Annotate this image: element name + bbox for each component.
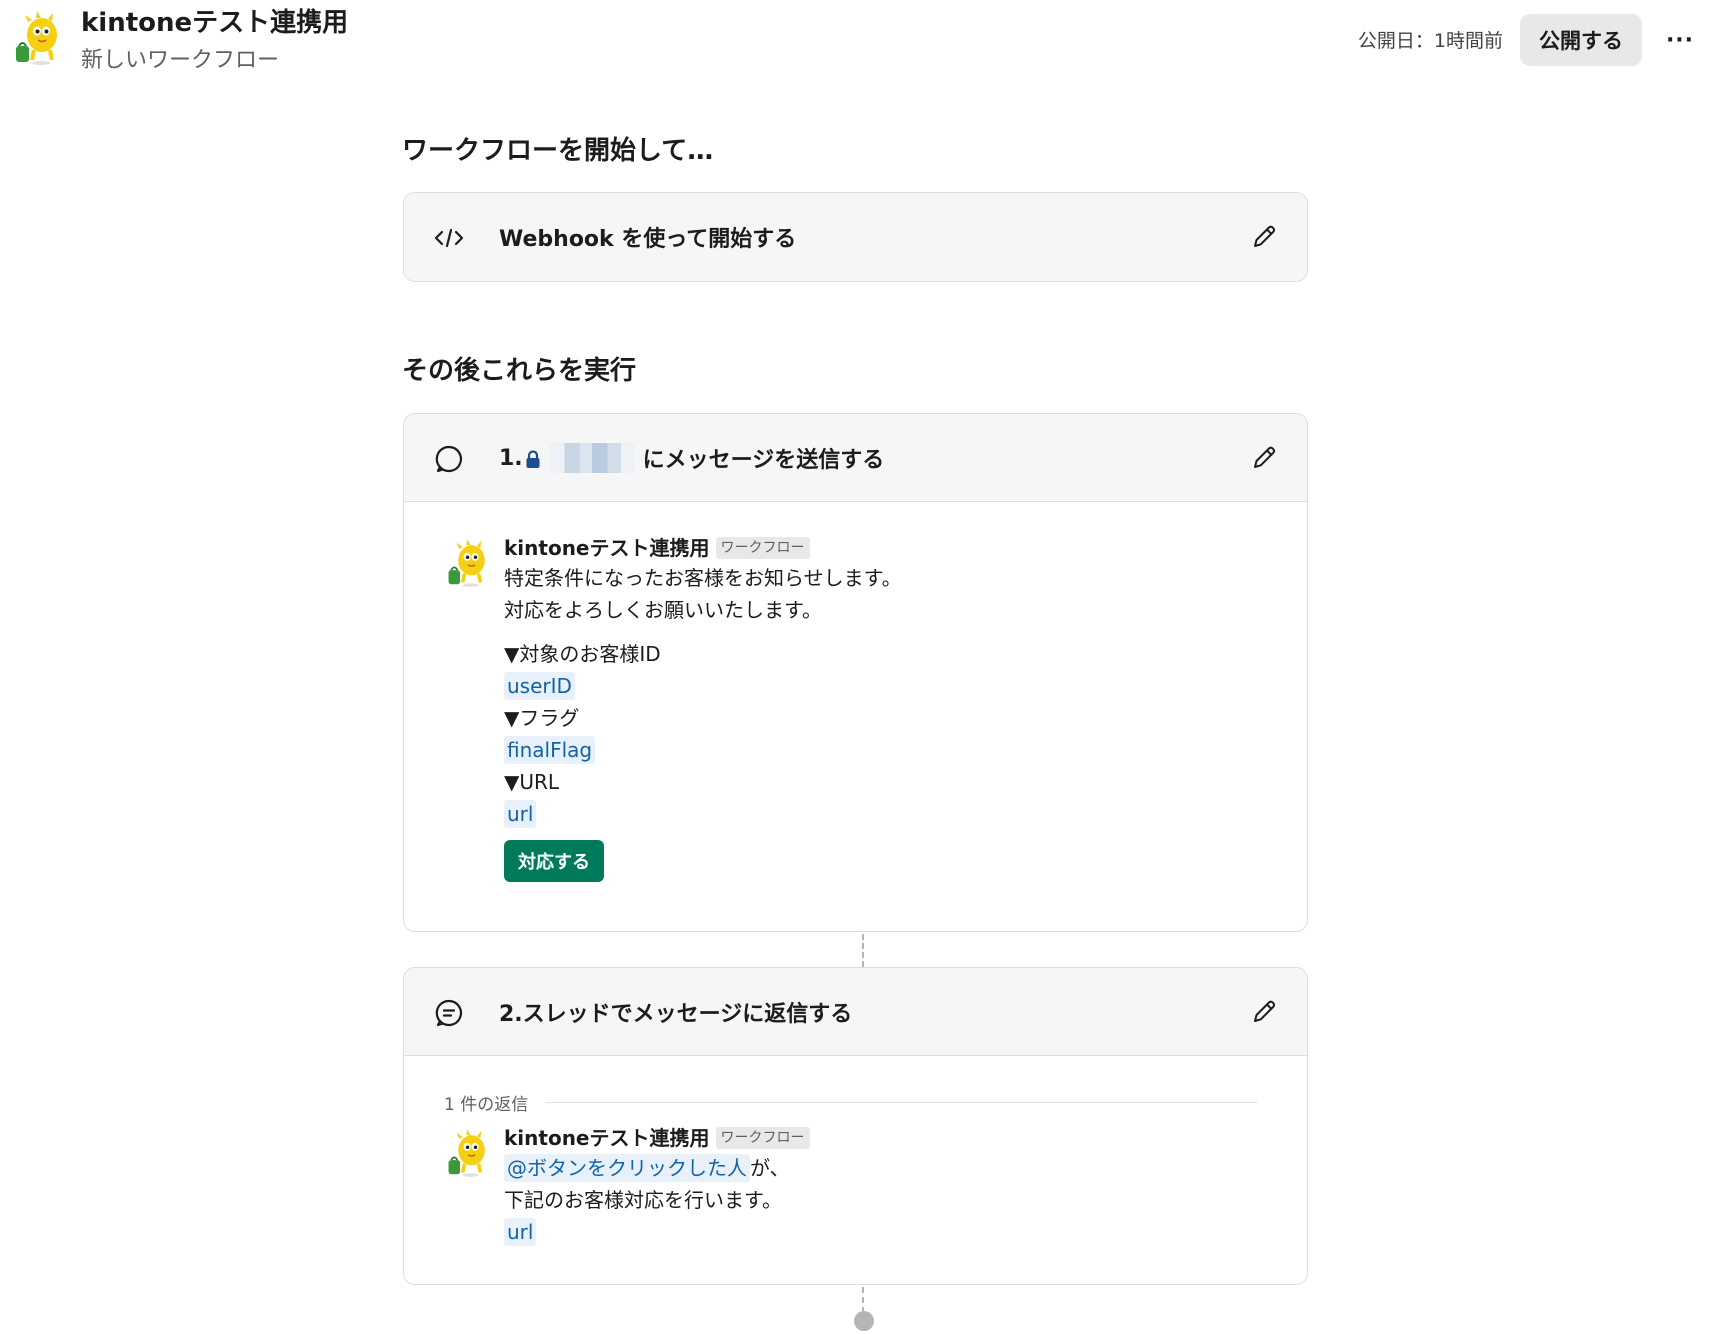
step-connector [862,1287,864,1313]
mention-button-clicker: @ボタンをクリックした人 [504,1154,750,1182]
sender-avatar [445,538,491,588]
step-1-title: 1. にメッセージを送信する [499,414,884,502]
label-flag: ▼フラグ [504,706,580,730]
reply-count: 1 件の返信 [444,1095,529,1115]
more-horizontal-icon[interactable]: ··· [1662,22,1698,58]
app-tag: ワークフロー [715,1127,810,1149]
variable-url: url [504,1218,537,1246]
lock-icon [526,449,540,468]
mention-suffix: が、 [750,1156,790,1180]
thread-reply-icon [434,998,464,1028]
variable-url: url [504,800,537,828]
step-1-action: にメッセージを送信する [642,448,885,473]
step-card-1[interactable]: 1. にメッセージを送信する kintoneテスト連携用 ワークフロー 特定条件… [403,413,1308,932]
sender-avatar [445,1128,491,1178]
app-avatar [12,10,64,66]
step-card-2[interactable]: 2.スレッドでメッセージに返信する 1 件の返信 kintoneテスト連携用 ワ… [403,967,1308,1285]
redacted-channel-name [548,443,635,473]
message-preview: kintoneテスト連携用 ワークフロー 特定条件になったお客様をお知らせします… [404,502,1307,931]
pencil-icon[interactable] [1249,443,1279,473]
pencil-icon[interactable] [1249,222,1279,252]
step-1-number: 1. [499,445,523,471]
message-line: 特定条件になったお客様をお知らせします。 [504,566,902,590]
step-connector [862,934,864,967]
label-customer-id: ▼対象のお客様ID [504,642,661,666]
variable-final-flag: finalFlag [504,736,596,764]
trigger-heading: ワークフローを開始して… [402,136,714,166]
code-icon [434,223,464,253]
message-bubble-icon [434,444,464,474]
sender-line: kintoneテスト連携用 ワークフロー [504,1124,810,1152]
workflow-name[interactable]: 新しいワークフロー [81,46,279,76]
variable-user-id: userID [504,672,575,700]
respond-button[interactable]: 対応する [504,840,604,882]
message-line: 対応をよろしくお願いいたします。 [504,598,822,622]
app-tag: ワークフロー [715,537,810,559]
published-status: 公開日：1時間前 [1357,30,1503,52]
step-2-title: 2.スレッドでメッセージに返信する [499,1002,853,1027]
thread-preview: 1 件の返信 kintoneテスト連携用 ワークフロー @ボタンをクリックした人… [404,1056,1307,1284]
trigger-card[interactable]: Webhook を使って開始する [403,192,1308,282]
publish-button[interactable]: 公開する [1520,14,1642,66]
app-name: kintoneテスト連携用 [81,8,349,38]
steps-heading: その後これらを実行 [402,356,637,386]
sender-name: kintoneテスト連携用 [504,1126,710,1150]
divider [546,1102,1257,1103]
message-line: 下記のお客様対応を行います。 [504,1188,782,1212]
sender-name: kintoneテスト連携用 [504,536,710,560]
pencil-icon[interactable] [1249,997,1279,1027]
label-url: ▼URL [504,770,560,794]
trigger-title: Webhook を使って開始する [499,227,797,252]
reply-count-row: 1 件の返信 [444,1090,1257,1115]
sender-line: kintoneテスト連携用 ワークフロー [504,534,902,562]
add-step-node[interactable] [854,1311,874,1331]
